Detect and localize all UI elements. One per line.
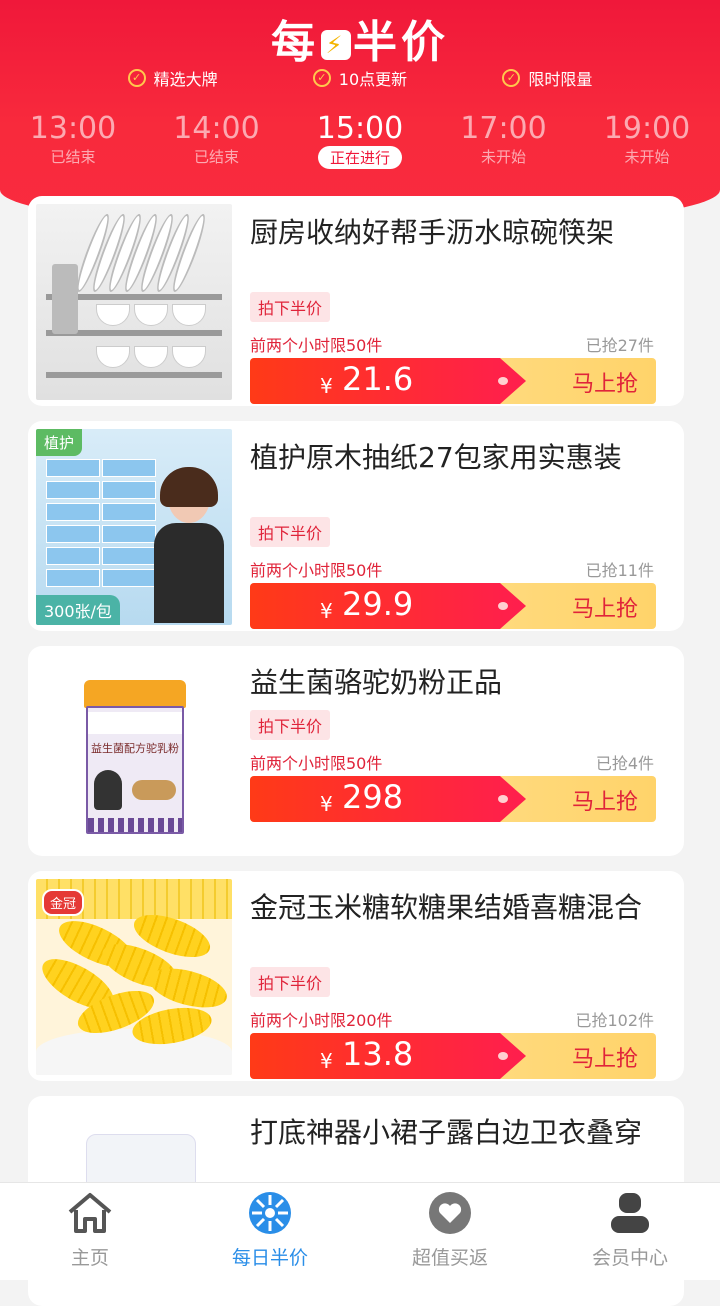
heart-icon	[360, 1183, 540, 1243]
time-slot-1500[interactable]: 15:00 正在进行	[305, 112, 415, 169]
buy-now-button[interactable]: ¥ 13.8 马上抢	[250, 1033, 656, 1079]
half-price-tag: 拍下半价	[250, 710, 331, 740]
bottom-nav: 主页 每日半价 超值买返 会员中心	[0, 1182, 720, 1280]
product-card[interactable]: 厨房收纳好帮手沥水晾碗筷架 拍下半价 前两个小时限50件 已抢27件 ¥ 21.…	[28, 196, 684, 406]
price-tag: ¥ 298	[250, 776, 526, 822]
dish-rack-image	[36, 204, 232, 400]
sold-count: 已抢11件	[585, 561, 654, 580]
home-icon	[0, 1183, 180, 1243]
time-slot-tabs: 13:00 已结束 14:00 已结束 15:00 正在进行 17:00 未开始 19:…	[0, 112, 720, 169]
product-image[interactable]: 植护 300张/包	[36, 429, 232, 625]
spokesperson-image	[154, 467, 224, 623]
sold-count: 已抢102件	[575, 1011, 654, 1030]
sold-count: 已抢27件	[585, 336, 654, 355]
time-slot-1700[interactable]: 17:00 未开始	[449, 112, 559, 169]
price-value: 21.6	[342, 360, 414, 398]
buy-now-label: 马上抢	[571, 597, 638, 622]
product-card[interactable]: 植护 300张/包 植护原木抽纸27包家用实惠装 拍下半价 前两个小时限50件 …	[28, 421, 684, 631]
sold-count: 已抢4件	[595, 754, 654, 773]
product-name[interactable]: 厨房收纳好帮手沥水晾碗筷架	[250, 216, 660, 250]
price-value: 298	[342, 778, 404, 816]
price-tag: ¥ 13.8	[250, 1033, 526, 1079]
buy-now-button[interactable]: ¥ 29.9 马上抢	[250, 583, 656, 629]
feature-item: ✓ 精选大牌	[127, 66, 218, 90]
feature-list: ✓ 精选大牌 ✓ 10点更新 ✓ 限时限量	[0, 66, 720, 90]
brand-badge: 金冠	[42, 889, 85, 916]
product-image[interactable]	[36, 204, 232, 400]
nav-member-center[interactable]: 会员中心	[540, 1183, 720, 1280]
title-text: 每	[271, 17, 319, 68]
buy-now-button[interactable]: ¥ 298 马上抢	[250, 776, 656, 822]
sheet-count-badge: 300张/包	[36, 595, 120, 625]
price-value: 29.9	[342, 585, 414, 623]
half-price-tag: 拍下半价	[250, 517, 331, 547]
can-label: 益生菌配方驼乳粉	[91, 742, 179, 755]
status-badge: 正在进行	[317, 146, 402, 169]
nav-cashback[interactable]: 超值买返	[360, 1183, 540, 1280]
product-image[interactable]: 金冠	[36, 879, 232, 1075]
quantity-limit: 前两个小时限50件	[250, 561, 383, 580]
product-name[interactable]: 益生菌骆驼奶粉正品	[250, 666, 660, 700]
quantity-limit: 前两个小时限50件	[250, 336, 383, 355]
page-title: 每 ⚡ 半价	[0, 6, 720, 70]
check-icon: ✓	[127, 69, 146, 87]
price-tag: ¥ 21.6	[250, 358, 526, 404]
half-price-tag: 拍下半价	[250, 967, 331, 997]
time-slot-1400[interactable]: 14:00 已结束	[162, 112, 272, 169]
nav-home[interactable]: 主页	[0, 1183, 180, 1280]
buy-now-label: 马上抢	[571, 1047, 638, 1072]
price-value: 13.8	[342, 1035, 414, 1073]
nav-half-price[interactable]: 每日半价	[180, 1183, 360, 1280]
buy-now-label: 马上抢	[571, 372, 638, 397]
check-icon: ✓	[312, 69, 331, 87]
time-slot-1300[interactable]: 13:00 已结束	[18, 112, 128, 169]
lightning-icon: ⚡	[321, 30, 351, 60]
title-text: 半价	[353, 17, 449, 68]
product-name[interactable]: 金冠玉米糖软糖果结婚喜糖混合	[250, 891, 660, 925]
product-name[interactable]: 植护原木抽纸27包家用实惠装	[250, 441, 660, 475]
quantity-limit: 前两个小时限50件	[250, 754, 383, 773]
product-image[interactable]: 益生菌配方驼乳粉	[36, 654, 232, 850]
product-card[interactable]: 益生菌配方驼乳粉 益生菌骆驼奶粉正品 拍下半价 前两个小时限50件 已抢4件 ¥…	[28, 646, 684, 856]
feature-item: ✓ 限时限量	[502, 66, 592, 90]
price-tag: ¥ 29.9	[250, 583, 526, 629]
tissue-image: 植护 300张/包	[36, 429, 232, 625]
product-card[interactable]: 金冠 金冠玉米糖软糖果结婚喜糖混合 拍下半价 前两个小时限200件 已抢102件…	[28, 871, 684, 1081]
time-slot-1900[interactable]: 19:00 未开始	[592, 112, 702, 169]
half-price-icon	[180, 1183, 360, 1243]
buy-now-label: 马上抢	[571, 790, 638, 815]
buy-now-button[interactable]: ¥ 21.6 马上抢	[250, 358, 656, 404]
member-icon	[540, 1183, 720, 1243]
product-name[interactable]: 打底神器小裙子露白边卫衣叠穿	[250, 1116, 660, 1150]
milk-powder-image: 益生菌配方驼乳粉	[36, 654, 232, 850]
half-price-tag: 拍下半价	[250, 292, 331, 322]
brand-badge: 植护	[36, 429, 83, 456]
feature-item: ✓ 10点更新	[312, 66, 407, 90]
quantity-limit: 前两个小时限200件	[250, 1011, 393, 1030]
corn-candy-image: 金冠	[36, 879, 232, 1075]
check-icon: ✓	[502, 69, 521, 87]
